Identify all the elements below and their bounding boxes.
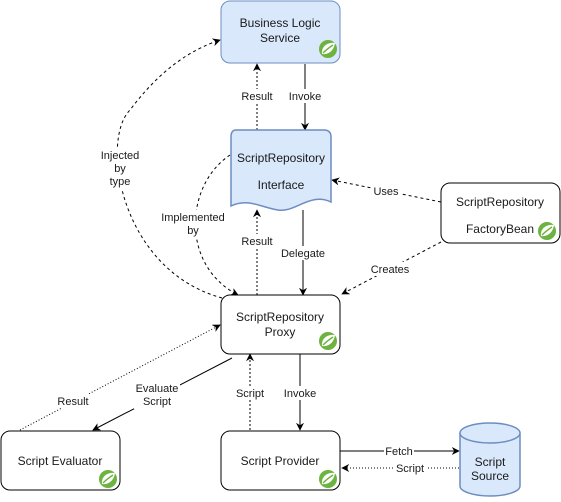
spring-leaf-icon	[537, 221, 557, 241]
edge-label-script: Script	[236, 388, 264, 400]
edge-label-creates: Creates	[371, 264, 410, 276]
node-label-line2: Interface	[258, 178, 305, 192]
edge-factory-to-proxy-creates: Creates	[341, 241, 442, 295]
edge-label-type: type	[110, 176, 131, 188]
spring-leaf-icon	[98, 469, 118, 489]
node-label: Script Provider	[241, 454, 320, 468]
edge-label-implemented: Implemented	[161, 212, 225, 224]
node-script-repository-factory-bean[interactable]: ScriptRepository FactoryBean	[440, 182, 561, 244]
node-business-logic-service[interactable]: Business Logic Service	[220, 0, 341, 64]
spring-leaf-icon	[318, 469, 338, 489]
node-label-line1: Script	[475, 455, 506, 469]
node-label-line1: ScriptRepository	[456, 195, 544, 209]
edge-proxy-to-interface-result: Result	[238, 209, 276, 295]
node-script-evaluator[interactable]: Script Evaluator	[0, 430, 121, 491]
edge-label-fetch: Fetch	[385, 446, 413, 458]
edge-service-to-interface-invoke: Invoke	[286, 64, 324, 131]
edge-source-to-provider-script: Script	[341, 461, 459, 475]
node-script-provider[interactable]: Script Provider	[220, 430, 341, 491]
edge-provider-to-proxy-script: Script	[233, 353, 267, 430]
node-label-line1: Business Logic	[240, 16, 321, 30]
edge-provider-to-source-fetch: Fetch	[340, 444, 460, 458]
edge-proxy-to-evaluator-evaluate: Evaluate Script	[92, 357, 233, 431]
edge-label-by: by	[114, 163, 126, 175]
edge-label-result: Result	[57, 396, 88, 408]
edge-proxy-to-provider-invoke: Invoke	[281, 354, 319, 431]
edge-label-evaluate: Evaluate	[136, 383, 179, 395]
node-label-line2: Source	[471, 469, 509, 483]
node-label-line2: Service	[260, 31, 300, 45]
node-label-line1: ScriptRepository	[236, 310, 324, 324]
edge-evaluator-to-proxy-result: Result	[19, 324, 221, 431]
edge-label-by: by	[187, 225, 199, 237]
edge-label-result: Result	[241, 91, 272, 103]
edge-factory-to-interface-uses: Uses	[331, 177, 442, 203]
node-script-repository-proxy[interactable]: ScriptRepository Proxy	[220, 294, 341, 355]
edge-label-script: Script	[396, 463, 424, 475]
node-script-repository-interface[interactable]: ScriptRepository Interface	[230, 129, 332, 211]
node-label: Script Evaluator	[18, 454, 103, 468]
edge-label-invoke: Invoke	[289, 91, 321, 103]
edge-label-injected: Injected	[101, 150, 140, 162]
spring-leaf-icon	[318, 331, 338, 351]
edge-label-delegate: Delegate	[281, 248, 325, 260]
node-label-line1: ScriptRepository	[237, 151, 325, 165]
edge-interface-to-service-result: Result	[238, 63, 276, 130]
edge-label-invoke: Invoke	[284, 388, 316, 400]
edge-interface-to-proxy-implemented: Implemented by	[156, 154, 239, 296]
spring-leaf-icon	[318, 39, 338, 59]
edge-label-script: Script	[143, 396, 171, 408]
edge-interface-to-proxy-delegate: Delegate	[280, 210, 326, 296]
node-script-source[interactable]: Script Source	[459, 422, 521, 497]
edge-label-uses: Uses	[373, 186, 399, 198]
node-label-line2: FactoryBean	[466, 222, 534, 236]
node-label-line2: Proxy	[265, 325, 296, 339]
architecture-diagram: Result Invoke Result Delegate Injected b…	[0, 0, 561, 497]
edge-label-result: Result	[241, 236, 272, 248]
